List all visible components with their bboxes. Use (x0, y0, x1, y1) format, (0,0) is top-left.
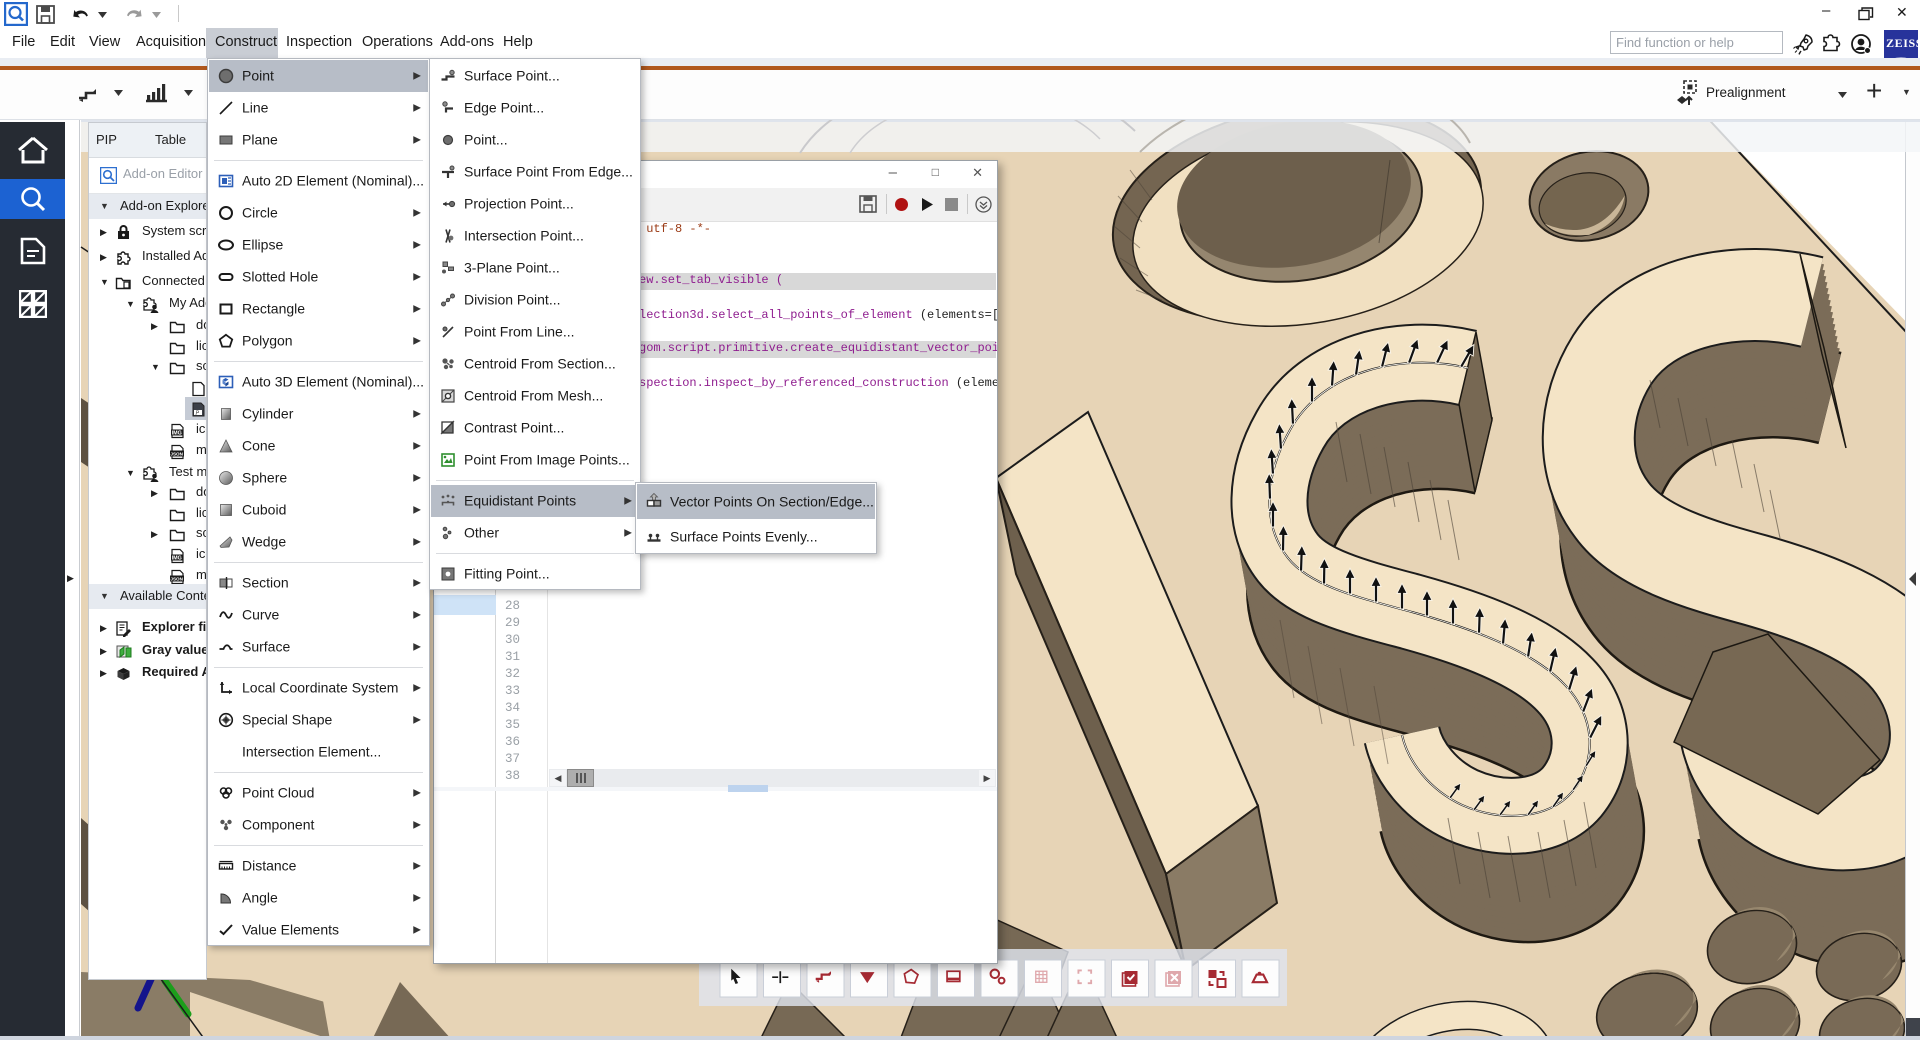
svg-text:JSON: JSON (170, 451, 183, 456)
svg-text:.P: .P (195, 411, 200, 417)
svg-text:IMG: IMG (172, 555, 182, 561)
svg-text:JSON: JSON (170, 576, 183, 581)
svg-text:IMG: IMG (172, 430, 182, 436)
